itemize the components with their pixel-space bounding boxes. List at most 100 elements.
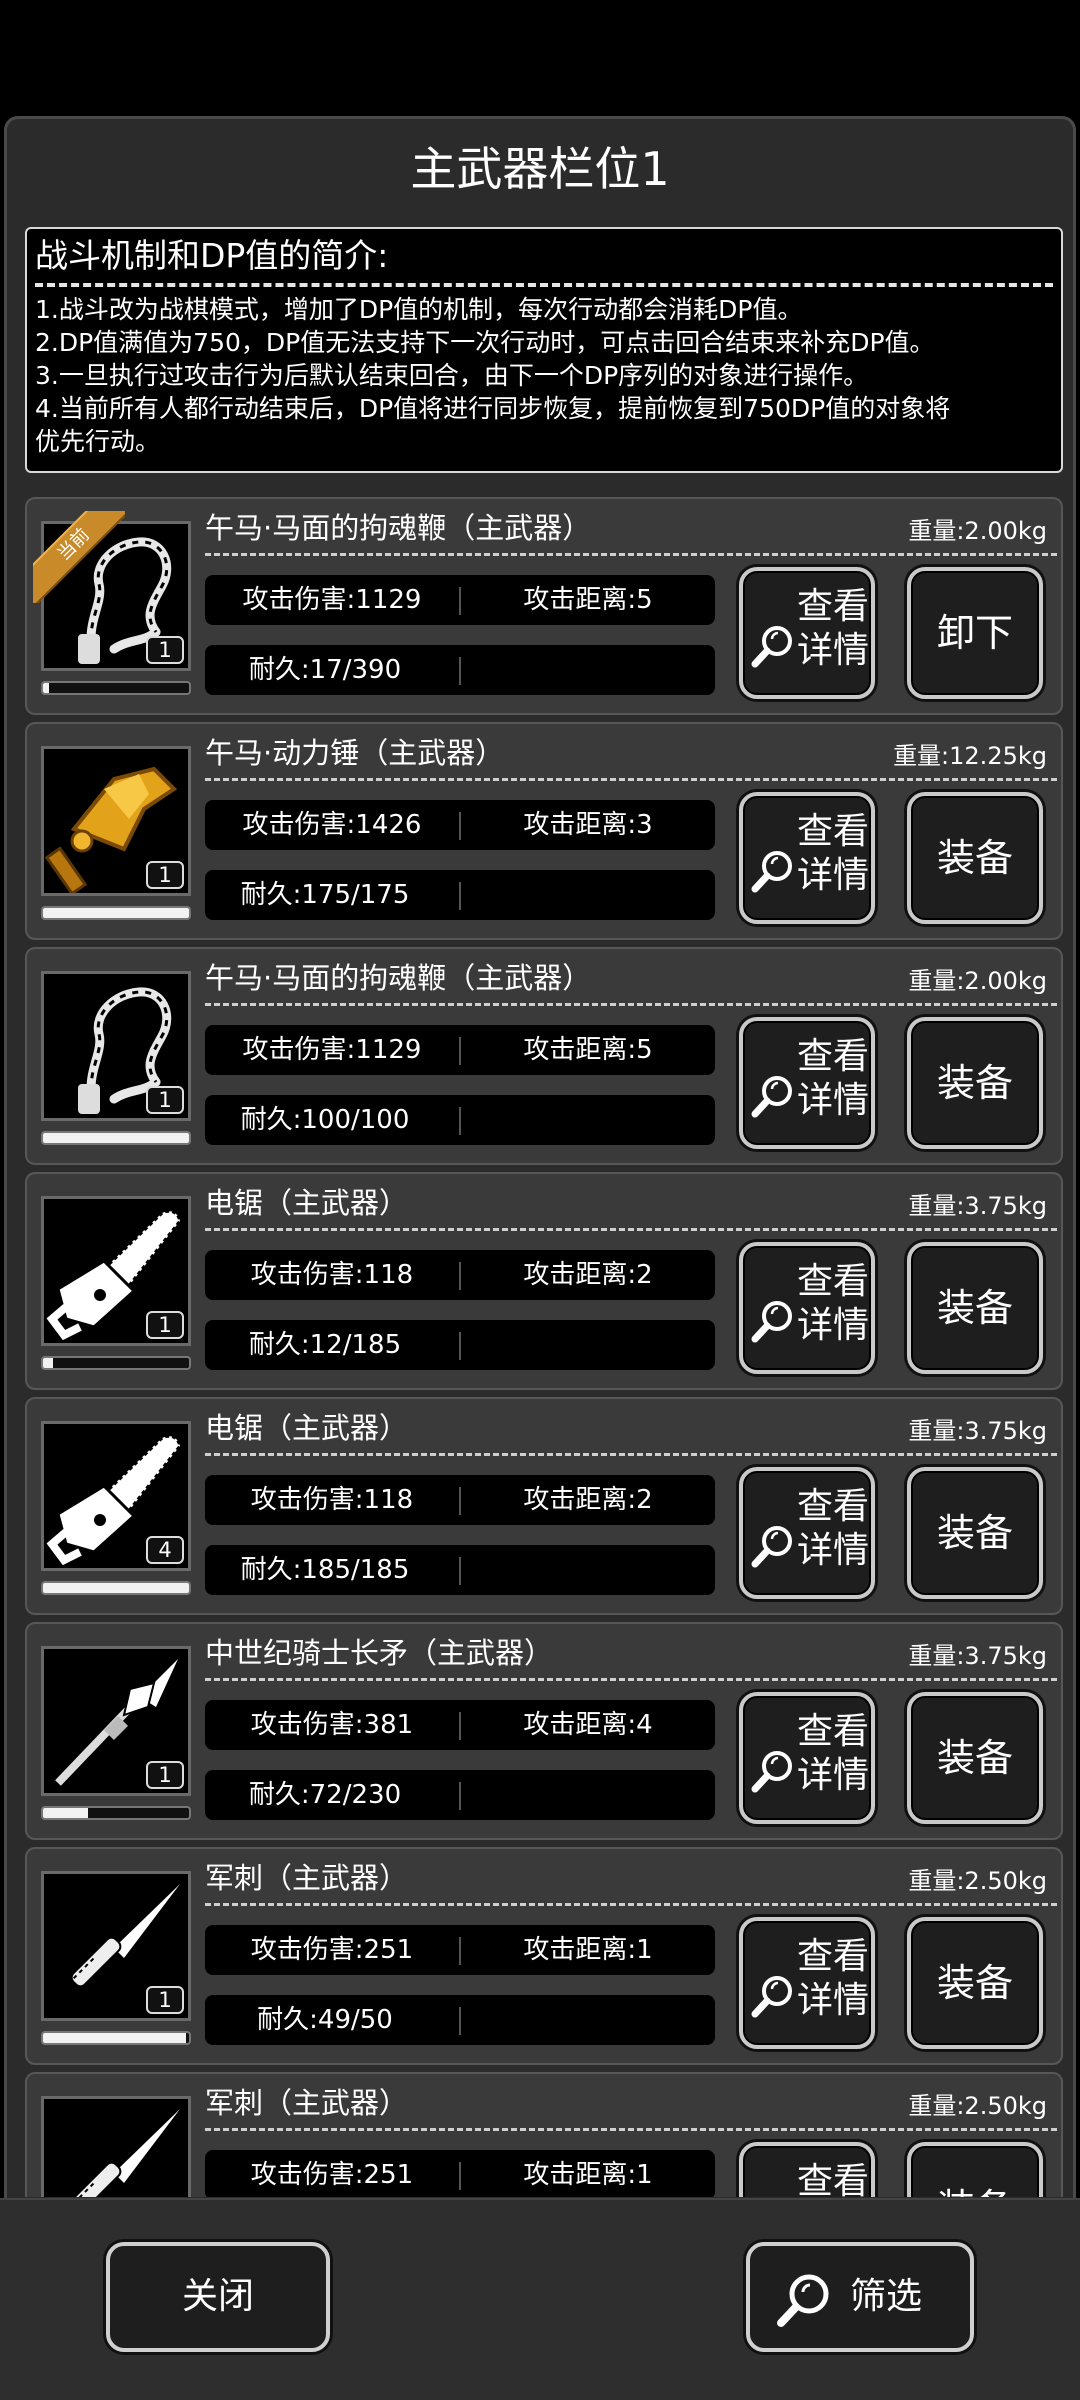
equip-button[interactable]: 装备 <box>907 2142 1043 2197</box>
stat-row-attack: 攻击伤害:1426 攻击距离:3 <box>205 800 715 850</box>
item-divider <box>205 553 1057 556</box>
weapon-name: 电锯（主武器） <box>205 1186 409 1220</box>
view-details-button[interactable]: 查看 详情 <box>739 1692 875 1824</box>
stat-row-attack: 攻击伤害:118 攻击距离:2 <box>205 1475 715 1525</box>
attack-damage: 攻击伤害:251 <box>250 2160 414 2190</box>
view-details-label: 查看 详情 <box>796 1711 869 1796</box>
action-button-label: 装备 <box>936 1511 1013 1555</box>
weapon-name: 午马·马面的拘魂鞭（主武器） <box>205 511 592 545</box>
intro-box: 战斗机制和DP值的简介: 1.战斗改为战棋模式，增加了DP值的机制，每次行动都会… <box>25 227 1063 473</box>
view-details-button[interactable]: 查看 详情 <box>739 1467 875 1599</box>
weapon-item[interactable]: 当前 1 午马·马面的拘魂鞭（主武器） 重量:2.00kg 攻击伤害:1129 … <box>25 497 1063 715</box>
attack-range: 攻击距离:2 <box>523 1260 653 1290</box>
stat-row-durability: 耐久:175/175 <box>205 870 715 920</box>
stat-separator <box>459 2007 461 2035</box>
stat-row-attack: 攻击伤害:381 攻击距离:4 <box>205 1700 715 1750</box>
durability-value: 耐久:72/230 <box>248 1780 402 1810</box>
attack-damage: 攻击伤害:381 <box>250 1710 414 1740</box>
stat-separator <box>459 1332 461 1360</box>
intro-line: 3.一旦执行过攻击行为后默认结束回合，由下一个DP序列的对象进行操作。 <box>35 361 869 390</box>
close-button-label: 关闭 <box>181 2276 254 2317</box>
bottom-bar: 关闭 筛选 <box>0 2198 1080 2400</box>
weapon-name: 电锯（主武器） <box>205 1411 409 1445</box>
stat-row-durability: 耐久:49/50 <box>205 1995 715 2045</box>
weapon-item[interactable]: 1 军刺（主武器） 重量:2.50kg 攻击伤害:251 攻击距离:1 耐久:4… <box>25 1847 1063 2065</box>
close-button[interactable]: 关闭 <box>106 2242 330 2352</box>
stat-row-attack: 攻击伤害:251 攻击距离:1 <box>205 2150 715 2197</box>
view-details-button[interactable]: 查看 详情 <box>739 792 875 924</box>
unequip-button[interactable]: 卸下 <box>907 567 1043 699</box>
item-count-badge: 1 <box>146 1086 184 1114</box>
weapon-item[interactable]: 1 中世纪骑士长矛（主武器） 重量:3.75kg 攻击伤害:381 攻击距离:4… <box>25 1622 1063 1840</box>
view-details-button[interactable]: 查看 详情 <box>739 2142 875 2197</box>
view-details-button[interactable]: 查看 详情 <box>739 567 875 699</box>
weapon-weight: 重量:12.25kg <box>893 742 1047 770</box>
filter-button-label: 筛选 <box>850 2276 923 2317</box>
durability-value: 耐久:17/390 <box>248 655 402 685</box>
item-divider <box>205 1228 1057 1231</box>
weapon-weight: 重量:2.50kg <box>908 1867 1047 1895</box>
weapon-name: 午马·动力锤（主武器） <box>205 736 505 770</box>
intro-title: 战斗机制和DP值的简介: <box>35 236 389 275</box>
weapon-weight: 重量:3.75kg <box>908 1192 1047 1220</box>
weapon-item[interactable]: 4 电锯（主武器） 重量:3.75kg 攻击伤害:118 攻击距离:2 耐久:1… <box>25 1397 1063 1615</box>
stat-separator <box>459 657 461 685</box>
action-button-label: 装备 <box>911 2146 1039 2197</box>
equip-button[interactable]: 装备 <box>907 792 1043 924</box>
weapon-item[interactable]: 1 电锯（主武器） 重量:3.75kg 攻击伤害:118 攻击距离:2 耐久:1… <box>25 1172 1063 1390</box>
attack-damage: 攻击伤害:1426 <box>242 810 422 840</box>
stat-separator <box>459 1107 461 1135</box>
attack-damage: 攻击伤害:1129 <box>242 585 422 615</box>
weapon-weight: 重量:2.00kg <box>908 967 1047 995</box>
current-equipped-badge: 当前 <box>33 511 125 603</box>
equip-button[interactable]: 装备 <box>907 1692 1043 1824</box>
view-details-button[interactable]: 查看 详情 <box>739 1017 875 1149</box>
action-button-label: 装备 <box>936 1286 1013 1330</box>
durability-value: 耐久:49/50 <box>257 2005 393 2035</box>
attack-range: 攻击距离:3 <box>523 810 653 840</box>
durability-bar <box>41 1806 191 1820</box>
view-details-button[interactable]: 查看 详情 <box>739 1242 875 1374</box>
action-button-label: 装备 <box>936 836 1013 880</box>
equip-button[interactable]: 装备 <box>907 1917 1043 2049</box>
weapon-item[interactable]: 1 午马·马面的拘魂鞭（主武器） 重量:2.00kg 攻击伤害:1129 攻击距… <box>25 947 1063 1165</box>
durability-value: 耐久:100/100 <box>240 1105 410 1135</box>
durability-value: 耐久:175/175 <box>240 880 410 910</box>
durability-value: 耐久:12/185 <box>248 1330 402 1360</box>
view-details-button[interactable]: 查看 详情 <box>739 1917 875 2049</box>
weapon-thumbnail: 1 <box>41 1646 191 1796</box>
magnifier-icon <box>751 1076 792 1118</box>
equip-button[interactable]: 装备 <box>907 1467 1043 1599</box>
intro-divider <box>35 283 1053 287</box>
attack-range: 攻击距离:1 <box>523 2160 653 2190</box>
intro-line: 优先行动。 <box>35 427 161 456</box>
equip-button[interactable]: 装备 <box>907 1017 1043 1149</box>
weapon-item[interactable]: 1 午马·动力锤（主武器） 重量:12.25kg 攻击伤害:1426 攻击距离:… <box>25 722 1063 940</box>
durability-bar-fill <box>43 1133 189 1143</box>
action-button-label: 装备 <box>936 1061 1013 1105</box>
attack-damage: 攻击伤害:118 <box>250 1260 414 1290</box>
item-count-badge: 1 <box>146 861 184 889</box>
item-divider <box>205 1453 1057 1456</box>
magnifier-icon <box>749 2196 797 2197</box>
weapon-item[interactable]: 1 军刺（主武器） 重量:2.50kg 攻击伤害:251 攻击距离:1 查看 详… <box>25 2072 1063 2197</box>
stat-row-attack: 攻击伤害:1129 攻击距离:5 <box>205 1025 715 1075</box>
attack-damage: 攻击伤害:1129 <box>242 1035 422 1065</box>
action-button-label: 装备 <box>936 1961 1013 2005</box>
stat-row-attack: 攻击伤害:1129 攻击距离:5 <box>205 575 715 625</box>
item-divider <box>205 2128 1057 2131</box>
view-details-label: 查看 详情 <box>796 1486 869 1571</box>
durability-bar <box>41 681 191 695</box>
item-divider <box>205 1003 1057 1006</box>
action-button-label: 装备 <box>936 1736 1013 1780</box>
weapon-thumbnail: 1 <box>41 1196 191 1346</box>
durability-bar-fill <box>43 1808 89 1818</box>
durability-bar-fill <box>43 908 189 918</box>
weapon-thumbnail: 4 <box>41 1421 191 1571</box>
stat-separator <box>459 1782 461 1810</box>
filter-button[interactable]: 筛选 <box>746 2242 974 2352</box>
durability-bar <box>41 906 191 920</box>
view-details-label: 查看 详情 <box>796 1261 869 1346</box>
equip-button[interactable]: 装备 <box>907 1242 1043 1374</box>
weapon-list[interactable]: 当前 1 午马·马面的拘魂鞭（主武器） 重量:2.00kg 攻击伤害:1129 … <box>25 497 1063 2197</box>
